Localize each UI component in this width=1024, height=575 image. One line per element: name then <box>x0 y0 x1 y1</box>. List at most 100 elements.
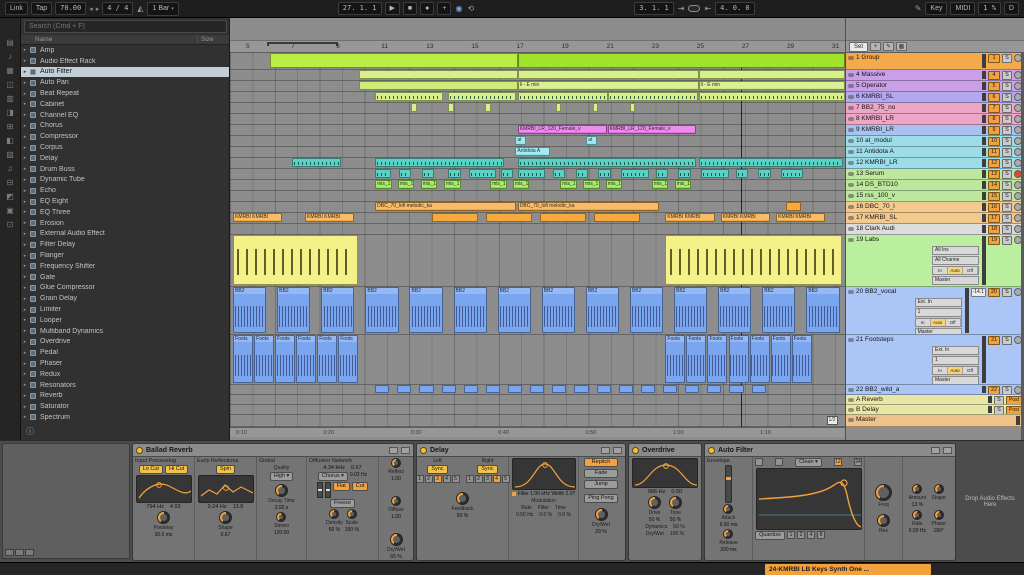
clip[interactable] <box>448 92 516 101</box>
clip[interactable] <box>485 103 491 112</box>
clip[interactable] <box>508 385 522 393</box>
set-button[interactable]: Set <box>849 42 868 52</box>
dry-wet-knob[interactable] <box>595 508 608 521</box>
clip[interactable] <box>375 158 504 167</box>
track-activator[interactable] <box>848 106 854 110</box>
clip[interactable]: mis_1 <box>421 180 438 189</box>
lo-cut-button[interactable]: Lo Cut <box>139 465 163 474</box>
track-lane[interactable] <box>230 235 845 287</box>
clip[interactable]: BB2 <box>233 287 266 333</box>
output-routing-chooser[interactable]: Master <box>932 276 979 285</box>
filter-amount-value[interactable]: 0.0 % <box>539 512 552 518</box>
clip[interactable]: DBC_70_lofi melodic_ka <box>518 202 659 211</box>
browser-item[interactable]: ▸Resonators <box>21 380 229 391</box>
post-toggle[interactable]: Post <box>1006 396 1022 405</box>
delay-time-button[interactable]: 3 <box>434 475 442 483</box>
clip[interactable] <box>621 169 649 178</box>
solo-button[interactable]: S <box>1002 104 1012 113</box>
clip[interactable] <box>540 213 586 222</box>
browser-item[interactable]: ▸Chorus <box>21 121 229 132</box>
lfo-rate-knob[interactable] <box>912 510 922 520</box>
clip[interactable] <box>501 169 513 178</box>
loop-switch[interactable] <box>688 5 700 12</box>
spin-rate-value[interactable]: 0.24 Hz <box>208 504 227 510</box>
clips-icon[interactable]: ◧ <box>6 136 14 145</box>
right-sync-button[interactable]: Sync <box>477 465 497 474</box>
drop-audio-effects-area[interactable]: Drop Audio Effects Here <box>958 443 1022 561</box>
device-view-tab[interactable] <box>15 549 24 556</box>
fold-icon[interactable]: ▸ <box>21 317 29 323</box>
clip[interactable]: Foots <box>338 335 358 383</box>
fold-icon[interactable]: ▸ <box>21 339 29 345</box>
browser-item[interactable]: ▸Limiter <box>21 304 229 315</box>
quantize-beat-button[interactable]: 8 <box>817 531 825 539</box>
lfo-shape-knob[interactable] <box>934 484 944 494</box>
clip[interactable] <box>608 92 698 101</box>
clip[interactable]: Foots <box>686 335 706 383</box>
clip[interactable] <box>359 70 518 79</box>
arrangement-position-display[interactable]: 27. 1. 1 <box>338 2 382 15</box>
clip[interactable]: mis_1 <box>606 180 623 189</box>
track-header[interactable]: 19 LabsAll InsAll ChanneInAutoOffMaster1… <box>846 235 1024 287</box>
clip[interactable]: at <box>586 136 596 145</box>
filter-q-value[interactable]: 4.93 <box>170 504 181 510</box>
clip[interactable] <box>448 103 454 112</box>
lfo-phase-knob[interactable] <box>934 510 944 520</box>
ping-pong-button[interactable]: Ping Pong <box>584 494 617 503</box>
track-activator[interactable] <box>848 290 854 294</box>
instruments-icon[interactable]: ◫ <box>6 80 14 89</box>
stereo-knob[interactable] <box>276 512 286 522</box>
fold-icon[interactable]: ▸ <box>21 91 29 97</box>
search-input[interactable] <box>24 20 227 33</box>
track-activator[interactable] <box>848 84 854 88</box>
od-freq-value[interactable]: 966 Hz <box>648 489 665 495</box>
track-number-badge[interactable]: 4 <box>988 71 1000 80</box>
track-lane[interactable]: mis_1mis_1mis_1mis_1mis_1mis_1mis_1mis_1… <box>230 180 845 191</box>
track-header[interactable]: 6 KMRBI_SL6S <box>846 92 1024 103</box>
flat-button[interactable]: Flat <box>333 482 350 491</box>
clip[interactable]: Foots <box>750 335 770 383</box>
track-header[interactable]: 14 DS_BTD1014S <box>846 180 1024 191</box>
quality-chooser[interactable]: High ▾ <box>270 472 294 481</box>
monitor-option[interactable]: Off <box>963 367 978 374</box>
input-filter-display[interactable] <box>136 475 192 503</box>
delay-time-button[interactable]: 5 <box>452 475 460 483</box>
volume-display[interactable]: -14.1 <box>971 288 986 297</box>
clip[interactable] <box>432 213 478 222</box>
track-header[interactable]: 11 Antidota A11S <box>846 147 1024 158</box>
track-lane[interactable] <box>230 92 845 103</box>
filter-freq-value[interactable]: 794 Hz <box>146 504 163 510</box>
quantize-menu[interactable]: 1 Bar▾ <box>147 2 178 16</box>
track-number-badge[interactable]: 19 <box>988 236 1000 245</box>
clip[interactable]: KMRBI KMRBI <box>721 213 770 222</box>
solo-button[interactable]: S <box>1002 386 1012 395</box>
fold-icon[interactable]: ▸ <box>21 69 29 75</box>
clip[interactable]: KMRBI_LR_120_Female_v <box>518 125 607 134</box>
browser-item[interactable]: ▸Spectrum <box>21 412 229 423</box>
browser-item[interactable]: ▸Audio Effect Rack <box>21 56 229 67</box>
clip[interactable]: BB2 <box>542 287 575 333</box>
circuit-chooser[interactable]: Clean ▾ <box>795 458 822 467</box>
track-lane[interactable] <box>230 191 845 202</box>
fold-icon[interactable]: ▸ <box>21 134 29 140</box>
browser-item[interactable]: ▸Saturator <box>21 401 229 412</box>
track-activator[interactable] <box>848 408 854 412</box>
clip[interactable]: KMRBI KMRBI <box>776 213 825 222</box>
freeze-button[interactable]: Freeze <box>330 499 355 508</box>
clip[interactable]: BB2 <box>365 287 398 333</box>
clip[interactable]: BB2 <box>762 287 795 333</box>
solo-button[interactable]: S <box>1002 126 1012 135</box>
clip[interactable] <box>518 53 845 68</box>
clip[interactable] <box>736 169 748 178</box>
fold-icon[interactable]: ▸ <box>21 253 29 259</box>
solo-button[interactable]: S <box>1002 336 1012 345</box>
current-clip-indicator[interactable]: 24-KMRBI LB Keys Synth One ... <box>765 564 931 575</box>
track-lane[interactable]: atat <box>230 136 845 147</box>
fold-icon[interactable]: ▸ <box>21 112 29 118</box>
browser-item[interactable]: ▸External Audio Effect <box>21 229 229 240</box>
clip[interactable] <box>678 169 690 178</box>
browser-item[interactable]: ▸Delay <box>21 153 229 164</box>
delay-time-button[interactable]: 1 <box>466 475 474 483</box>
clip[interactable] <box>641 385 655 393</box>
browser-item[interactable]: ▸Grain Delay <box>21 293 229 304</box>
